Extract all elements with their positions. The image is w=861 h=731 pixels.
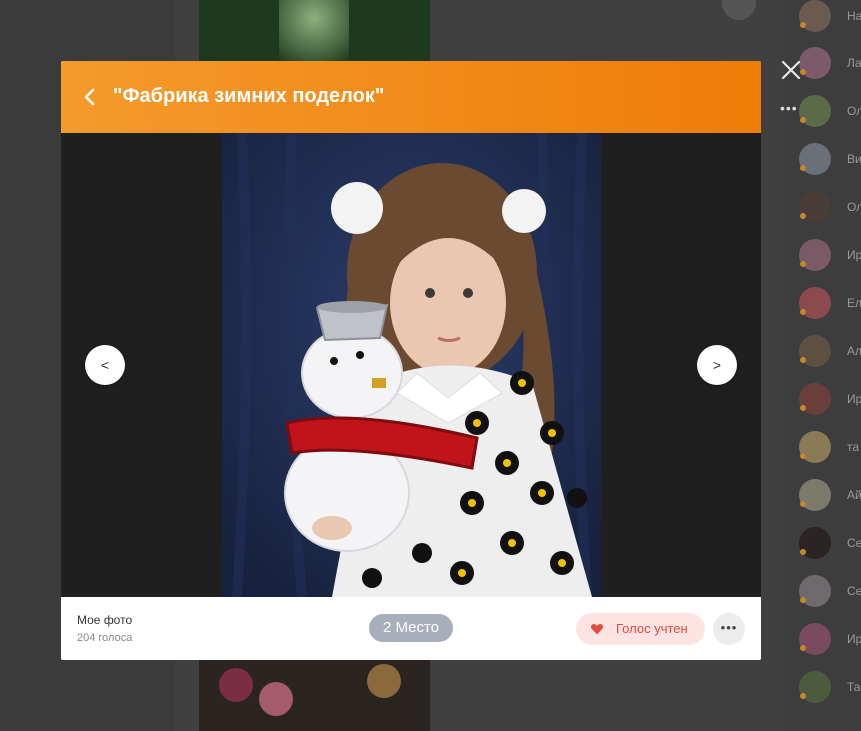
page-title: "Фабрика зимних поделок" [113, 85, 385, 107]
friend-item[interactable]: Ол [799, 95, 861, 129]
background-photo [199, 0, 430, 61]
background-photo [199, 660, 430, 731]
friend-item[interactable]: Ай [799, 479, 861, 513]
friend-item[interactable]: Ол [799, 191, 861, 225]
friend-name: Ир [847, 632, 861, 646]
friend-item[interactable]: На [799, 0, 861, 34]
friend-item[interactable]: Ир [799, 623, 861, 657]
friend-name: Ла [847, 56, 861, 70]
friend-item[interactable]: Та [799, 671, 861, 705]
friend-name: Та [847, 680, 861, 694]
chevron-left-icon [84, 88, 95, 106]
friend-item[interactable]: Ир [799, 239, 861, 273]
friend-name: Ир [847, 392, 861, 406]
friend-name: Се [847, 584, 861, 598]
friend-item[interactable]: Ел [799, 287, 861, 321]
friend-item[interactable]: Ви [799, 143, 861, 177]
contest-photo[interactable] [222, 133, 601, 597]
friend-name: Ал [847, 344, 861, 358]
friend-item[interactable]: Ир [799, 383, 861, 417]
friend-name: Ол [847, 104, 861, 118]
friend-name: Се [847, 536, 861, 550]
friend-name: Ел [847, 296, 861, 310]
vote-button[interactable]: Голос учтен [576, 613, 705, 645]
vote-button-label: Голос учтен [616, 621, 688, 636]
friend-name: Ви [847, 152, 861, 166]
friend-name: На [847, 9, 861, 23]
friend-item[interactable]: Се [799, 575, 861, 609]
friend-item[interactable]: та [799, 431, 861, 465]
heart-icon [590, 623, 604, 635]
close-icon [781, 60, 801, 80]
place-badge: 2 Место [369, 614, 453, 642]
friend-item[interactable]: Ал [799, 335, 861, 369]
photo-modal: "Фабрика зимних поделок" < > Мое фото 20… [61, 61, 761, 660]
more-options-button[interactable]: ••• [780, 101, 802, 115]
friend-item[interactable]: Се [799, 527, 861, 561]
photo-image [222, 133, 601, 597]
photo-viewer: < > [61, 133, 761, 597]
more-actions-button[interactable]: ••• [713, 613, 745, 645]
friend-item[interactable]: Ла [799, 47, 861, 81]
close-button[interactable] [778, 57, 804, 83]
friend-name: Ай [847, 488, 861, 502]
next-photo-button[interactable]: > [697, 345, 737, 385]
modal-header: "Фабрика зимних поделок" [61, 61, 761, 133]
vote-count: 204 голоса [77, 632, 133, 644]
friend-name: та [847, 440, 860, 454]
previous-photo-button[interactable]: < [85, 345, 125, 385]
friend-name: Ол [847, 200, 861, 214]
back-button[interactable] [79, 86, 101, 108]
modal-footer: Мое фото 204 голоса 2 Место Голос учтен … [61, 597, 761, 660]
friend-name: Ир [847, 248, 861, 262]
author-label[interactable]: Мое фото [77, 613, 132, 627]
